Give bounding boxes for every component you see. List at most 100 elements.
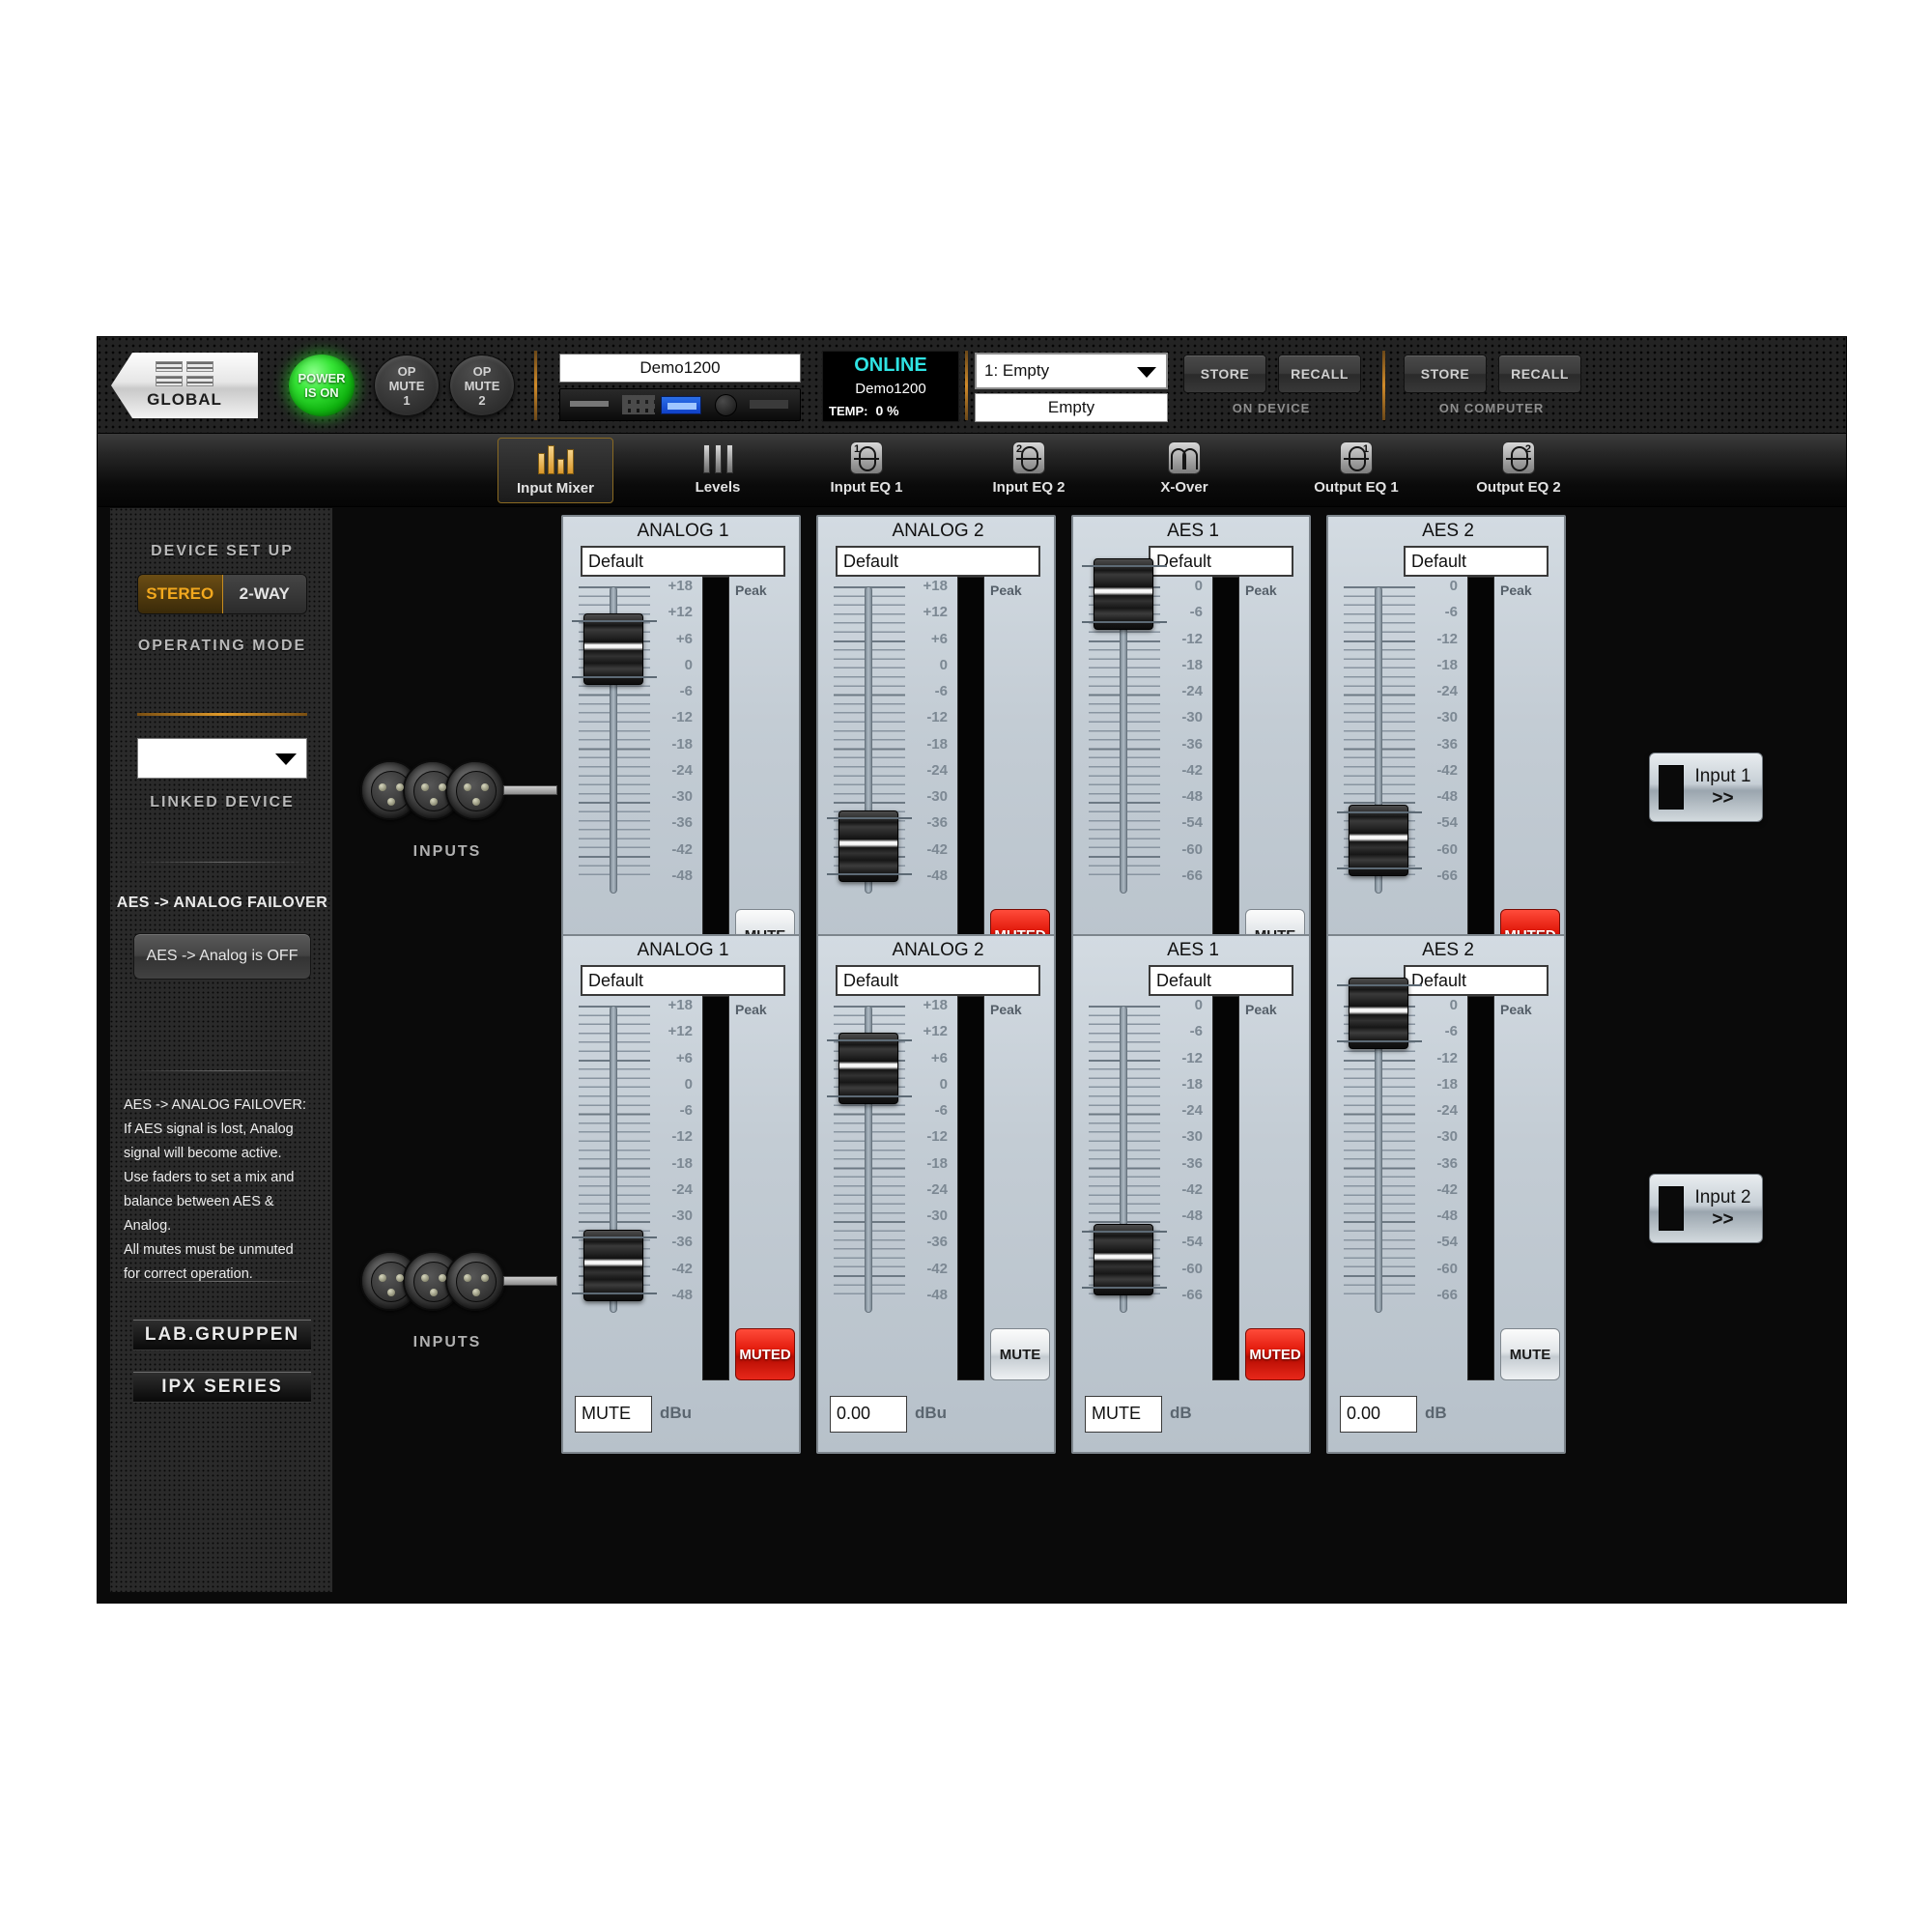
temperature-label: TEMP:: [829, 403, 868, 418]
scale-tick-label: -30: [1436, 709, 1458, 726]
scale-tick-label: -18: [1181, 1075, 1203, 1093]
op-mute-2-button[interactable]: OP MUTE 2: [449, 355, 515, 416]
status-panel: ONLINE Demo1200 TEMP: 0 %: [822, 351, 959, 422]
fader-handle[interactable]: [572, 613, 657, 685]
tab-levels[interactable]: Levels: [668, 438, 768, 503]
fader-track[interactable]: [1120, 586, 1127, 894]
channel-preset-field[interactable]: Default: [581, 546, 785, 577]
input-1-navigation-button[interactable]: Input 1 >>: [1649, 753, 1763, 822]
fader-handle[interactable]: [1337, 805, 1422, 876]
channel-preset-field[interactable]: Default: [1149, 965, 1293, 996]
mode-stereo-button[interactable]: STEREO: [138, 575, 223, 613]
mute-button-active[interactable]: MUTED: [735, 1328, 795, 1380]
scale-tick-label: -12: [1436, 1049, 1458, 1066]
scale-tick-label: -36: [926, 1234, 948, 1251]
store-on-computer-button[interactable]: STORE: [1404, 355, 1487, 393]
channel-preset-field[interactable]: Default: [581, 965, 785, 996]
scale-tick-label: -48: [1436, 1208, 1458, 1225]
scale-tick-label: 0: [684, 1075, 693, 1093]
device-name-field[interactable]: Demo1200: [559, 354, 801, 383]
header-divider-2: [965, 351, 968, 420]
channel-preset-field[interactable]: Default: [1149, 546, 1293, 577]
tab-x-over[interactable]: X-Over: [1131, 438, 1237, 503]
channel-title: AES 1: [1167, 940, 1219, 960]
scale-tick-label: 0: [1194, 997, 1203, 1013]
op-mute-1-button[interactable]: OP MUTE 1: [374, 355, 440, 416]
mode-2way-button[interactable]: 2-WAY: [222, 575, 306, 613]
scale-tick-label: -42: [671, 840, 693, 858]
temperature-row: TEMP: 0 %: [823, 400, 958, 421]
peak-meter: [1212, 996, 1239, 1380]
linked-device-dropdown[interactable]: [137, 738, 307, 779]
tab-output-eq-1[interactable]: 1 Output EQ 1: [1288, 438, 1425, 503]
scale-tick-label: +12: [668, 1023, 693, 1040]
signal-cable: [503, 785, 557, 795]
scale-tick-label: +12: [923, 604, 948, 621]
fader-handle[interactable]: [1082, 1224, 1167, 1295]
input-2-navigation-button[interactable]: Input 2 >>: [1649, 1174, 1763, 1243]
brand-logo-labgruppen: LAB.GRUPPEN: [133, 1320, 311, 1350]
tab-output-eq-2[interactable]: 2 Output EQ 2: [1450, 438, 1587, 503]
tab-input-mixer[interactable]: Input Mixer: [497, 438, 613, 503]
tab-label: X-Over: [1160, 479, 1208, 496]
scale-tick-label: -48: [926, 1287, 948, 1303]
recall-on-computer-button[interactable]: RECALL: [1498, 355, 1581, 393]
chevron-down-icon: [1137, 367, 1156, 378]
power-status-indicator[interactable]: POWER IS ON: [289, 355, 355, 416]
fader-handle[interactable]: [572, 1230, 657, 1301]
info-line: AES -> ANALOG FAILOVER:: [124, 1097, 306, 1113]
tab-label: Output EQ 2: [1476, 479, 1561, 496]
preset-dropdown[interactable]: 1: Empty: [975, 353, 1168, 389]
chevron-right-icon: >>: [1712, 788, 1734, 809]
global-button[interactable]: GLOBAL: [111, 353, 258, 418]
store-on-device-button[interactable]: STORE: [1183, 355, 1266, 393]
fader-handle[interactable]: [827, 1033, 912, 1104]
channel-preset-field[interactable]: Default: [1404, 546, 1548, 577]
channel-title: AES 1: [1167, 521, 1219, 541]
preset-name-field[interactable]: Empty: [975, 393, 1168, 422]
peak-meter: [957, 996, 984, 1380]
gain-value-field[interactable]: MUTE: [575, 1396, 652, 1433]
aes-analog-failover-toggle[interactable]: AES -> Analog is OFF: [133, 933, 311, 980]
scale-tick-label: -12: [926, 709, 948, 726]
scale-tick-label: -24: [1436, 1102, 1458, 1120]
scale-tick-label: -6: [679, 683, 693, 700]
scale-tick-label: -18: [1436, 656, 1458, 673]
fader-handle[interactable]: [827, 810, 912, 882]
tab-input-eq-2[interactable]: 2 Input EQ 2: [965, 438, 1093, 503]
peak-meter: [1212, 577, 1239, 961]
mute-button[interactable]: MUTE: [1500, 1328, 1560, 1380]
grid-icon: [156, 361, 213, 386]
header-divider-3: [1382, 351, 1385, 420]
tab-input-eq-1[interactable]: 1 Input EQ 1: [803, 438, 930, 503]
channel-strip: AES 2 Default 0 -6 -12 -18 -24 -30 -36 -42 -48 -54 -…: [1326, 934, 1566, 1454]
scale-tick-label: -30: [671, 1208, 693, 1225]
gain-value-field[interactable]: 0.00: [1340, 1396, 1417, 1433]
sidebar-divider-3: [120, 1281, 325, 1282]
failover-info-text: AES -> ANALOG FAILOVER: If AES signal is…: [124, 1094, 323, 1287]
fader-track[interactable]: [1375, 1006, 1382, 1313]
scale-tick-label: -18: [671, 1154, 693, 1172]
scale-tick-label: -42: [1436, 761, 1458, 779]
gain-value-field[interactable]: 0.00: [830, 1396, 907, 1433]
power-status-text: POWER IS ON: [298, 371, 346, 400]
recall-on-device-button[interactable]: RECALL: [1278, 355, 1361, 393]
channel-preset-field[interactable]: Default: [836, 965, 1040, 996]
scale-tick-label: -42: [926, 840, 948, 858]
orange-divider: [137, 713, 307, 716]
peak-label: Peak: [1245, 1002, 1277, 1017]
mute-button[interactable]: MUTE: [990, 1328, 1050, 1380]
fader-handle[interactable]: [1337, 978, 1422, 1049]
global-button-label: GLOBAL: [147, 390, 222, 409]
channel-preset-field[interactable]: Default: [836, 546, 1040, 577]
xlr-connector-icon: [445, 1251, 505, 1311]
fader-handle[interactable]: [1082, 558, 1167, 630]
scale-tick-label: -48: [1181, 788, 1203, 806]
scale-tick-label: -48: [926, 867, 948, 884]
on-computer-caption: ON COMPUTER: [1438, 401, 1545, 415]
mute-button-active[interactable]: MUTED: [1245, 1328, 1305, 1380]
gain-value-field[interactable]: MUTE: [1085, 1396, 1162, 1433]
failover-section-title: AES -> ANALOG FAILOVER: [116, 895, 328, 911]
channel-preset-field[interactable]: Default: [1404, 965, 1548, 996]
scale-tick-label: -6: [1189, 604, 1203, 621]
